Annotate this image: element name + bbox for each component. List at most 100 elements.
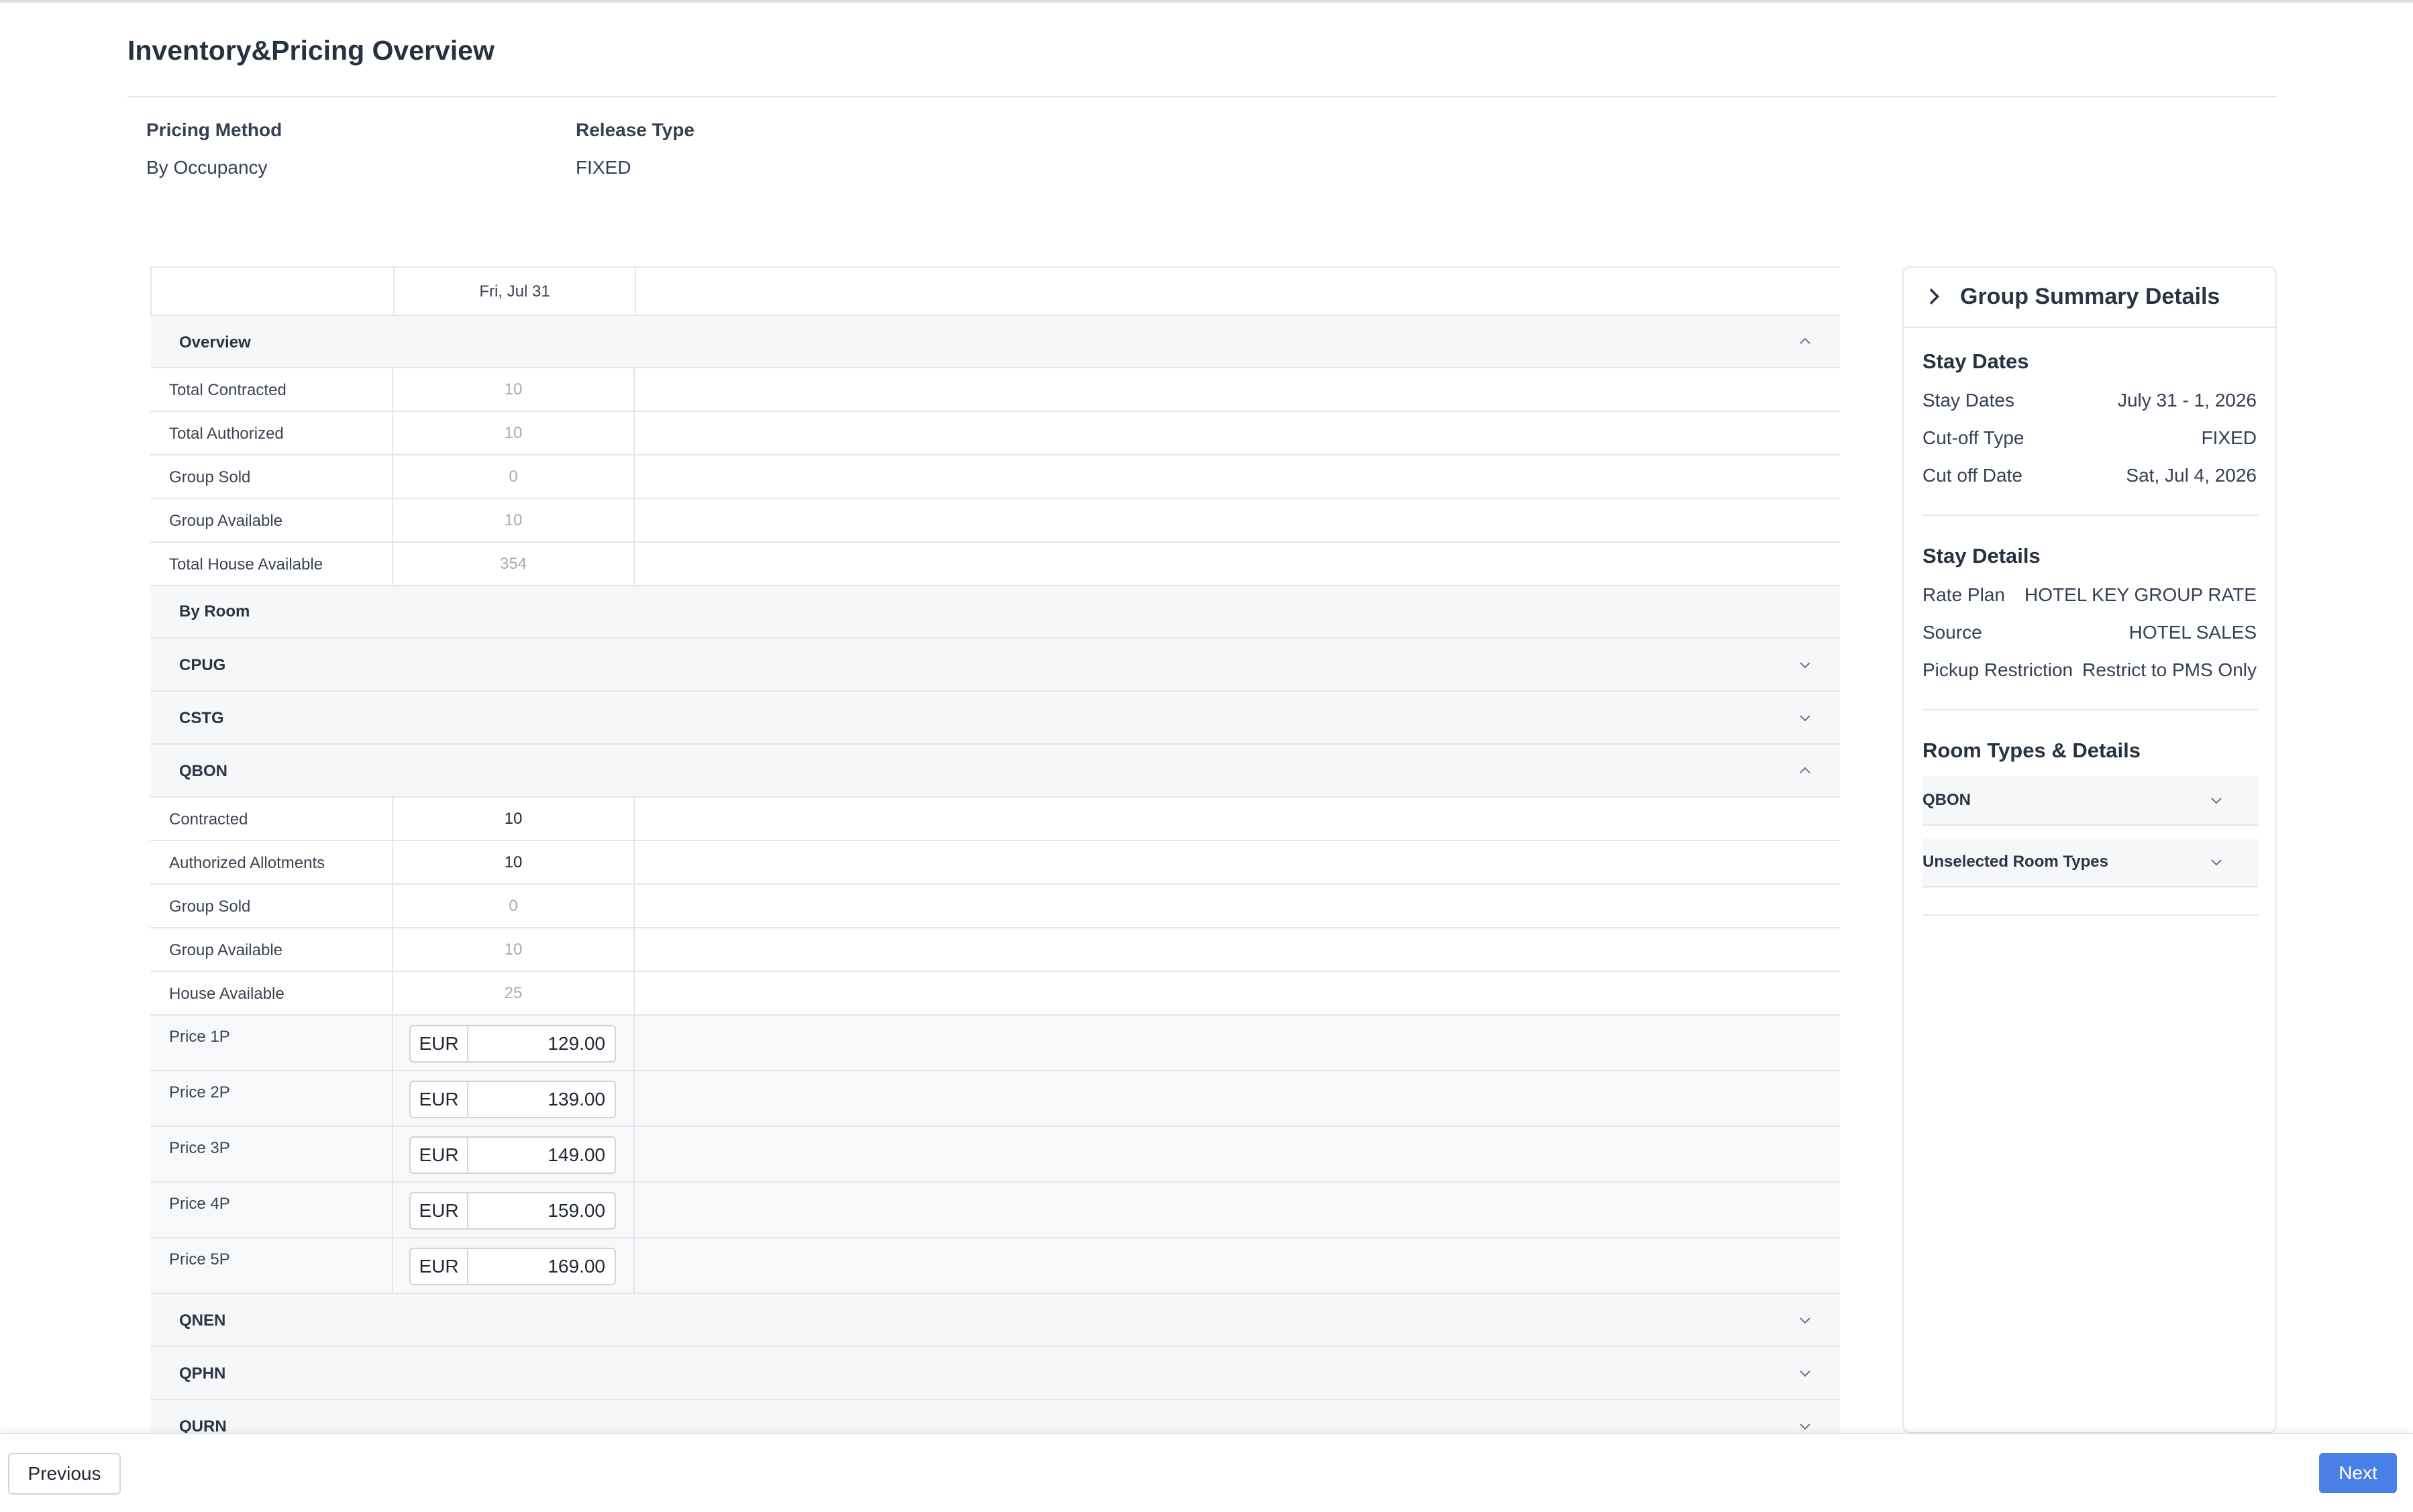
table-row: Group Sold 0: [150, 455, 1840, 499]
grid-header-row: Fri, Jul 31: [150, 266, 1840, 316]
pickup-restriction-key: Pickup Restriction: [1922, 659, 2073, 680]
price-label: Price 3P: [169, 1139, 230, 1157]
room-label: QNEN: [179, 1311, 226, 1330]
table-row: Authorized Allotments 10: [150, 841, 1840, 885]
divider: [1922, 709, 2258, 710]
date-column-header: Fri, Jul 31: [395, 268, 636, 315]
room-row-qbon[interactable]: QBON: [150, 745, 1840, 798]
price-label: Price 5P: [169, 1250, 230, 1268]
room-row-qnen[interactable]: QNEN: [150, 1294, 1840, 1347]
room-label: QPHN: [179, 1364, 226, 1383]
table-row: Contracted 10: [150, 798, 1840, 841]
table-row: Group Available 10: [150, 928, 1840, 972]
row-value: 10: [393, 368, 635, 411]
row-value: 0: [393, 885, 635, 927]
price-label: Price 2P: [169, 1083, 230, 1101]
release-type-label: Release Type: [576, 119, 695, 140]
row-value: 10: [393, 499, 635, 541]
price-label: Price 4P: [169, 1195, 230, 1213]
cutoff-date-value: Sat, Jul 4, 2026: [2126, 465, 2257, 486]
row-value: 10: [393, 928, 635, 971]
row-label: Total Contracted: [169, 381, 287, 399]
row-value: 25: [393, 972, 635, 1014]
chevron-right-icon[interactable]: [1922, 285, 1944, 308]
cutoff-type-value: FIXED: [2201, 427, 2257, 448]
divider: [1922, 914, 2258, 916]
by-room-label: By Room: [179, 602, 250, 620]
row-label: Total House Available: [169, 555, 323, 574]
room-label: QBON: [179, 762, 227, 780]
cutoff-date-key: Cut off Date: [1922, 465, 2022, 486]
top-border: [0, 0, 2413, 3]
chevron-down-icon[interactable]: [2208, 854, 2224, 870]
next-button[interactable]: Next: [2319, 1453, 2397, 1493]
price-value[interactable]: 129.00: [548, 1026, 605, 1061]
row-label: Contracted: [169, 810, 248, 828]
row-label: Group Sold: [169, 898, 251, 916]
currency-label: EUR: [411, 1138, 468, 1173]
chevron-down-icon[interactable]: [1797, 710, 1813, 726]
previous-button[interactable]: Previous: [8, 1453, 121, 1495]
footer-bar: Previous Next: [0, 1433, 2413, 1512]
currency-label: EUR: [411, 1249, 468, 1284]
row-value: 354: [393, 543, 635, 585]
price-input[interactable]: EUR 129.00: [409, 1025, 616, 1063]
room-type-label: QBON: [1922, 791, 1971, 809]
stay-dates-value: July 31 - 1, 2026: [2117, 390, 2257, 411]
room-row-cstg[interactable]: CSTG: [150, 692, 1840, 745]
chevron-down-icon[interactable]: [1797, 1312, 1813, 1328]
stay-details-heading: Stay Details: [1922, 544, 2041, 568]
room-row-qurn[interactable]: QURN: [150, 1400, 1840, 1434]
room-row-qphn[interactable]: QPHN: [150, 1347, 1840, 1400]
rate-plan-key: Rate Plan: [1922, 584, 2005, 605]
row-value[interactable]: 10: [393, 841, 635, 883]
currency-label: EUR: [411, 1026, 468, 1061]
row-label: Group Sold: [169, 468, 251, 486]
chevron-down-icon[interactable]: [1797, 1365, 1813, 1381]
currency-label: EUR: [411, 1082, 468, 1117]
row-value: 0: [393, 455, 635, 498]
price-value[interactable]: 169.00: [548, 1249, 605, 1284]
room-type-item-unselected[interactable]: Unselected Room Types: [1922, 838, 2258, 887]
panel-header[interactable]: Group Summary Details: [1904, 268, 2275, 328]
table-row: Group Available 10: [150, 499, 1840, 543]
room-label: CSTG: [179, 709, 224, 727]
room-type-label: Unselected Room Types: [1922, 853, 2108, 871]
price-input[interactable]: EUR 159.00: [409, 1192, 616, 1230]
price-input[interactable]: EUR 169.00: [409, 1248, 616, 1285]
row-label: Group Available: [169, 941, 283, 959]
price-row-3p: Price 3P EUR 149.00: [150, 1127, 1840, 1183]
inventory-grid: Fri, Jul 31 Overview Total Contracted 10…: [150, 266, 1840, 1434]
room-row-cpug[interactable]: CPUG: [150, 639, 1840, 692]
chevron-down-icon[interactable]: [2208, 792, 2224, 808]
stay-dates-heading: Stay Dates: [1922, 349, 2029, 373]
table-row: Total Contracted 10: [150, 368, 1840, 412]
overview-section-header[interactable]: Overview: [150, 316, 1840, 368]
source-value: HOTEL SALES: [2128, 622, 2257, 643]
price-row-2p: Price 2P EUR 139.00: [150, 1071, 1840, 1127]
chevron-down-icon[interactable]: [1797, 1418, 1813, 1434]
price-input[interactable]: EUR 149.00: [409, 1136, 616, 1174]
price-value[interactable]: 139.00: [548, 1082, 605, 1117]
table-row: House Available 25: [150, 972, 1840, 1016]
price-value[interactable]: 149.00: [548, 1138, 605, 1173]
chevron-up-icon[interactable]: [1797, 763, 1813, 779]
price-row-1p: Price 1P EUR 129.00: [150, 1016, 1840, 1071]
room-label: QURN: [179, 1417, 227, 1434]
chevron-down-icon[interactable]: [1797, 657, 1813, 673]
row-label: Group Available: [169, 512, 283, 530]
release-type-value: FIXED: [576, 157, 631, 178]
price-input[interactable]: EUR 139.00: [409, 1081, 616, 1118]
chevron-up-icon[interactable]: [1797, 333, 1813, 349]
price-value[interactable]: 159.00: [548, 1193, 605, 1228]
overview-label: Overview: [179, 333, 251, 352]
row-value[interactable]: 10: [393, 798, 635, 840]
row-value: 10: [393, 412, 635, 454]
pricing-method-label: Pricing Method: [146, 119, 283, 140]
grid-header-corner: [152, 268, 395, 315]
page-title: Inventory&Pricing Overview: [127, 35, 495, 66]
group-summary-panel: Group Summary Details Stay Dates Stay Da…: [1902, 266, 2277, 1434]
room-label: CPUG: [179, 656, 226, 674]
cutoff-type-key: Cut-off Type: [1922, 427, 2024, 448]
room-type-item-qbon[interactable]: QBON: [1922, 776, 2258, 826]
